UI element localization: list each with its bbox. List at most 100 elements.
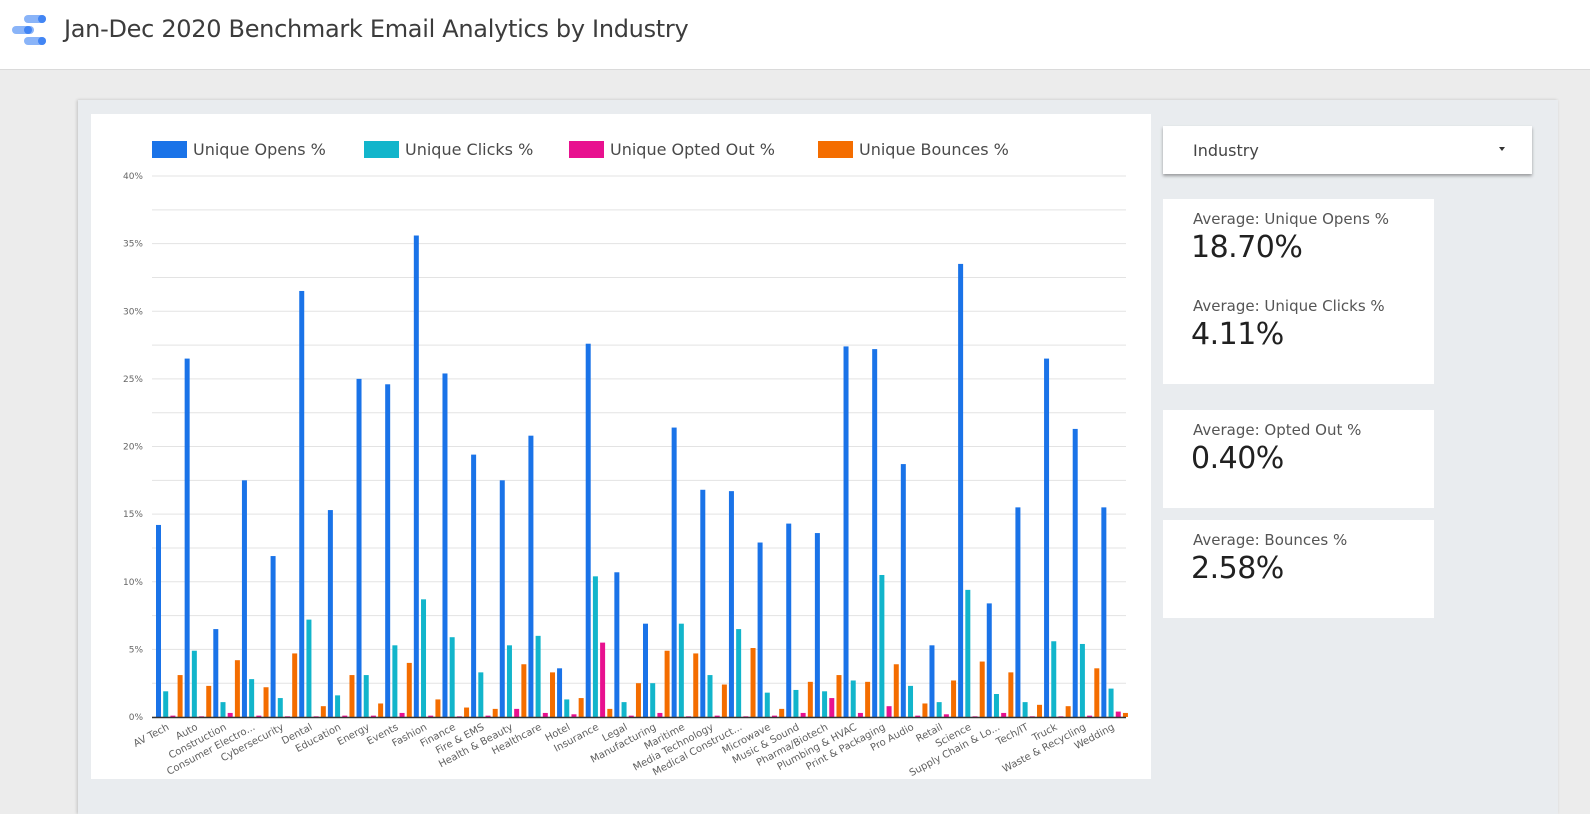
bar-unique-bounces <box>721 684 727 717</box>
industry-filter-dropdown[interactable]: Industry <box>1163 126 1532 174</box>
top-bar: Jan-Dec 2020 Benchmark Email Analytics b… <box>0 0 1590 70</box>
bar-unique-clicks <box>764 692 770 717</box>
bar-unique-bounces <box>406 662 412 717</box>
bar-unique-opens <box>700 489 706 717</box>
bar-unique-bounces <box>234 660 240 717</box>
bar-unique-opens <box>757 542 763 717</box>
bar-unique-opens <box>241 480 247 717</box>
legend-swatch-4 <box>818 141 853 158</box>
bar-unique-clicks <box>965 589 971 717</box>
bar-unique-clicks <box>592 576 598 717</box>
x-category-label: Tech/IT <box>994 722 1032 749</box>
y-tick-label: 30% <box>123 307 143 317</box>
scorecard-label-bounces: Average: Bounces % <box>1193 531 1348 549</box>
bar-unique-clicks <box>564 699 570 717</box>
bar-unique-opens <box>900 464 906 717</box>
looker-studio-logo-icon[interactable] <box>10 13 48 47</box>
legend-swatch-2 <box>364 141 399 158</box>
scorecard-value-opted-out: 0.40% <box>1191 441 1284 476</box>
bar-chart[interactable]: 0% 5% 10% 15% 20% 25% 30% 35% 40% Unique Opens % U… <box>91 114 1151 779</box>
bar-unique-bounces <box>1037 704 1043 717</box>
bar-unique-clicks <box>220 702 226 717</box>
bar-unique-clicks <box>736 629 742 717</box>
bar-unique-bounces <box>292 653 298 717</box>
bar-unique-opted-out <box>857 712 863 717</box>
bar-unique-clicks <box>335 695 341 717</box>
bar-unique-opens <box>270 556 276 717</box>
bar-unique-clicks <box>936 702 942 717</box>
bar-unique-clicks <box>478 672 484 717</box>
bar-unique-opens <box>213 629 219 717</box>
legend-swatch-3 <box>569 141 604 158</box>
bar-unique-bounces <box>922 703 928 717</box>
bar-unique-bounces <box>951 680 957 717</box>
bar-unique-bounces <box>177 675 183 717</box>
bar-unique-clicks <box>822 691 828 717</box>
bar-unique-opted-out <box>399 712 405 717</box>
bar-unique-clicks <box>535 635 541 717</box>
bar-unique-clicks <box>650 683 656 717</box>
bar-unique-bounces <box>578 698 584 717</box>
bar-unique-opens <box>614 572 620 717</box>
bar-unique-opens <box>557 668 563 717</box>
x-category-label: Energy <box>336 722 372 748</box>
bar-unique-clicks <box>707 675 713 717</box>
bar-unique-bounces <box>750 648 756 717</box>
bar-unique-opted-out <box>571 714 577 717</box>
scorecard-value-bounces: 2.58% <box>1191 551 1284 586</box>
report-title: Jan-Dec 2020 Benchmark Email Analytics b… <box>64 15 689 43</box>
bar-chart-card[interactable]: 0% 5% 10% 15% 20% 25% 30% 35% 40% Unique Opens % U… <box>91 114 1151 779</box>
bar-unique-bounces <box>693 653 699 717</box>
x-category-label: AV Tech <box>132 722 171 750</box>
bar-unique-opens <box>1044 358 1050 717</box>
y-tick-label: 20% <box>123 443 143 453</box>
bar-unique-opted-out <box>886 706 892 717</box>
bar-unique-clicks <box>277 698 283 717</box>
bar-unique-clicks <box>249 679 255 717</box>
y-tick-label: 40% <box>123 172 143 182</box>
bar-unique-clicks <box>421 599 427 717</box>
bar-unique-clicks <box>678 623 684 717</box>
bar-unique-bounces <box>1065 706 1071 717</box>
bar-unique-opens <box>1072 428 1078 717</box>
bar-unique-opens <box>1015 507 1021 717</box>
bar-unique-opens <box>929 645 935 717</box>
bar-unique-clicks <box>1022 702 1028 717</box>
scorecard-label-opens: Average: Unique Opens % <box>1193 210 1389 228</box>
bar-unique-clicks <box>993 694 999 717</box>
bar-unique-bounces <box>550 672 556 717</box>
bar-unique-bounces <box>865 681 871 717</box>
legend-label: Unique Opens % <box>193 140 326 159</box>
scorecard-opted-out: Average: Opted Out % 0.40% <box>1163 410 1434 508</box>
bar-unique-bounces <box>320 706 326 717</box>
bar-unique-bounces <box>607 708 613 717</box>
bar-unique-bounces <box>893 664 899 717</box>
bar-unique-opens <box>356 378 362 717</box>
bar-unique-bounces <box>1094 668 1100 717</box>
scorecard-label-opted-out: Average: Opted Out % <box>1193 421 1362 439</box>
y-tick-label: 0% <box>129 713 144 723</box>
bar-unique-opens <box>728 491 734 717</box>
bar-unique-opens <box>643 623 648 717</box>
bar-unique-opens <box>327 510 333 717</box>
legend-label: Unique Bounces % <box>859 140 1009 159</box>
bar-unique-clicks <box>306 619 312 717</box>
bar-unique-bounces <box>349 675 355 717</box>
y-tick-label: 10% <box>123 578 143 588</box>
bar-unique-opted-out <box>657 712 663 717</box>
bar-unique-clicks <box>850 680 856 717</box>
bar-unique-clicks <box>879 574 885 717</box>
bar-unique-opens <box>442 373 448 717</box>
bar-unique-opens <box>786 523 792 717</box>
bar-unique-bounces <box>807 681 813 717</box>
bar-unique-opted-out <box>1001 712 1007 717</box>
bar-unique-clicks <box>1108 688 1114 717</box>
bar-unique-clicks <box>506 645 512 717</box>
bar-unique-clicks <box>793 689 799 717</box>
caret-down-icon[interactable] <box>1499 147 1505 151</box>
bar-unique-opens <box>1101 507 1107 717</box>
bar-unique-bounces <box>492 708 498 717</box>
bar-unique-bounces <box>979 661 985 717</box>
bar-unique-bounces <box>635 683 641 717</box>
bar-unique-clicks <box>1051 641 1057 717</box>
